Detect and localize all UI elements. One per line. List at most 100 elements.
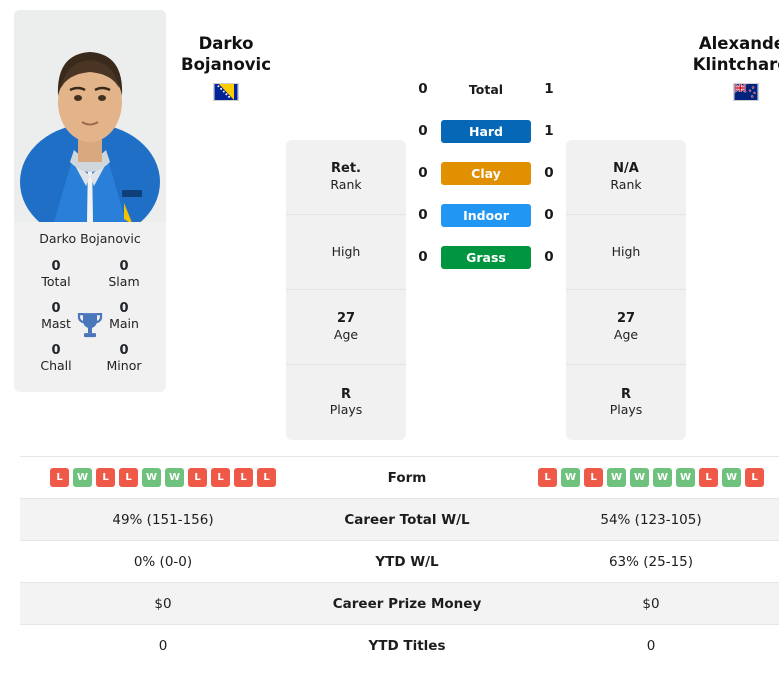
h2h-grass-right: 0: [544, 249, 554, 265]
h2h-hard-mid: Hard: [436, 119, 536, 143]
left-stat-rank: Ret. Rank: [286, 140, 406, 215]
right-form-badge[interactable]: W: [561, 468, 580, 487]
ytd-wl-left: 0% (0-0): [133, 553, 193, 570]
left-stat-age-label: Age: [333, 326, 359, 342]
titles-minor: 0 Minor: [90, 340, 158, 380]
left-player-card[interactable]: Darko Bojanovic 0 Total 0 Slam 0 Mast 0 …: [14, 10, 166, 392]
left-stat-plays: R Plays: [286, 365, 406, 440]
surface-badge-grass[interactable]: Grass: [441, 245, 531, 269]
left-player-titles-grid: 0 Total 0 Slam 0 Mast 0 Main 0 Chall 0 M…: [14, 256, 166, 392]
right-stat-rank-label: Rank: [610, 176, 642, 192]
right-form-badge[interactable]: W: [722, 468, 741, 487]
h2h-comparison-page: Darko Bojanovic 0 Total 0 Slam 0 Mast 0 …: [0, 0, 779, 699]
right-stat-high-label: High: [611, 244, 641, 260]
ytd-titles-left: 0: [158, 637, 168, 654]
left-form-badge[interactable]: L: [234, 468, 253, 487]
titles-slam-label: Slam: [108, 274, 140, 290]
left-form-badge[interactable]: W: [165, 468, 184, 487]
right-form-badge[interactable]: W: [630, 468, 649, 487]
comparison-table-wrapper: LWLLWWLLLL Form LWLWWWWLWL 49% (151-156)…: [0, 440, 779, 666]
surface-badge-clay[interactable]: Clay: [441, 161, 531, 185]
h2h-total-right: 1: [544, 81, 554, 97]
right-form-badge[interactable]: L: [745, 468, 764, 487]
right-form-badge[interactable]: L: [699, 468, 718, 487]
left-form-badge[interactable]: W: [142, 468, 161, 487]
right-form-badge[interactable]: W: [653, 468, 672, 487]
titles-total-value: 0: [51, 259, 61, 274]
row-label-ytd-titles: YTD Titles: [368, 637, 446, 654]
row-label-form: Form: [387, 469, 427, 486]
table-row-ytd-wl: 0% (0-0) YTD W/L 63% (25-15): [20, 540, 779, 583]
right-stat-plays: R Plays: [566, 365, 686, 440]
trophy-icon: [77, 312, 103, 337]
row-label-ytd-wl: YTD W/L: [375, 553, 439, 570]
titles-total-label: Total: [41, 274, 71, 290]
right-stat-plays-value: R: [620, 386, 631, 402]
left-form-badge[interactable]: L: [119, 468, 138, 487]
titles-minor-value: 0: [119, 342, 129, 358]
table-row-career-prize-money: $0 Career Prize Money $0: [20, 582, 779, 625]
left-player-name-column: Darko Bojanovic: [166, 10, 286, 101]
left-player-photo-name: Darko Bojanovic: [39, 231, 141, 246]
right-player-name-column: Alexander Klintcharov: [686, 10, 779, 101]
h2h-clay-right: 0: [544, 165, 554, 181]
left-stat-high-label: High: [331, 244, 361, 260]
left-form-badge[interactable]: L: [50, 468, 69, 487]
h2h-indoor-left: 0: [418, 207, 428, 223]
players-comparison-header: Darko Bojanovic 0 Total 0 Slam 0 Mast 0 …: [0, 0, 779, 440]
bosnia-and-herzegovina-flag-icon: [213, 82, 239, 101]
left-form-badge[interactable]: L: [211, 468, 230, 487]
right-player-stats-card: N/A Rank High 27 Age R Plays: [566, 140, 686, 440]
surface-badge-hard[interactable]: Hard: [441, 119, 531, 143]
titles-slam-value: 0: [119, 259, 129, 274]
h2h-grass-row: 0 Grass 0: [406, 236, 566, 278]
form-right-cell: LWLWWWWLWL: [508, 457, 779, 499]
h2h-clay-mid: Clay: [436, 161, 536, 185]
left-stat-high: High: [286, 215, 406, 290]
right-stat-rank: N/A Rank: [566, 140, 686, 215]
h2h-total-left: 0: [418, 81, 428, 97]
head-to-head-column: 0 Total 1 0 Hard 1 0 Clay 0 0 Indoor 0 0…: [406, 10, 566, 278]
h2h-indoor-mid: Indoor: [436, 203, 536, 227]
h2h-clay-row: 0 Clay 0: [406, 152, 566, 194]
right-form-strip: LWLWWWWLWL: [514, 468, 779, 487]
left-player-portrait-image: [14, 10, 166, 222]
h2h-grass-left: 0: [418, 249, 428, 265]
h2h-grass-mid: Grass: [436, 245, 536, 269]
surface-badge-indoor[interactable]: Indoor: [441, 203, 531, 227]
new-zealand-flag-icon: [733, 82, 759, 101]
left-form-strip: LWLLWWLLLL: [26, 468, 300, 487]
h2h-indoor-row: 0 Indoor 0: [406, 194, 566, 236]
right-stat-age-value: 27: [616, 311, 636, 327]
right-stat-age-label: Age: [613, 326, 639, 342]
right-stat-plays-label: Plays: [609, 402, 643, 418]
right-player-first-name: Alexander: [698, 34, 779, 53]
h2h-total-label: Total: [468, 81, 504, 97]
titles-chall: 0 Chall: [22, 340, 90, 380]
h2h-total-row: 0 Total 1: [406, 68, 566, 110]
right-player-last-name: Klintcharov: [692, 54, 779, 74]
h2h-total-mid: Total: [436, 82, 536, 97]
left-form-badge[interactable]: W: [73, 468, 92, 487]
right-form-badge[interactable]: W: [676, 468, 695, 487]
left-player-last-name: Bojanovic: [181, 54, 271, 74]
left-player-first-name: Darko: [198, 34, 254, 53]
left-form-badge[interactable]: L: [96, 468, 115, 487]
left-player-stats-card: Ret. Rank High 27 Age R Plays: [286, 140, 406, 440]
career-total-wl-right: 54% (123-105): [600, 511, 702, 528]
career-prize-money-right: $0: [642, 595, 660, 612]
right-form-badge[interactable]: L: [538, 468, 557, 487]
table-row-form: LWLLWWLLLL Form LWLWWWWLWL: [20, 456, 779, 499]
form-left-cell: LWLLWWLLLL: [20, 457, 306, 499]
right-stat-high: High: [566, 215, 686, 290]
row-label-career-total-wl: Career Total W/L: [344, 511, 470, 528]
left-form-badge[interactable]: L: [257, 468, 276, 487]
titles-slam: 0 Slam: [90, 256, 158, 296]
right-form-badge[interactable]: L: [584, 468, 603, 487]
career-prize-money-left: $0: [154, 595, 172, 612]
ytd-titles-right: 0: [646, 637, 656, 654]
left-form-badge[interactable]: L: [188, 468, 207, 487]
right-form-badge[interactable]: W: [607, 468, 626, 487]
h2h-hard-left: 0: [418, 123, 428, 139]
left-stat-rank-label: Rank: [330, 176, 362, 192]
